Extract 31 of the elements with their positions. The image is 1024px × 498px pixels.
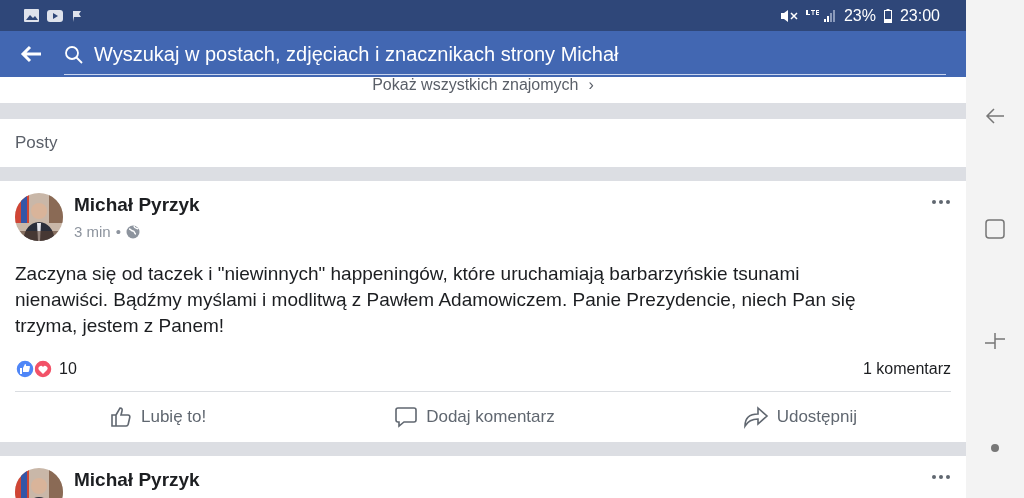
comment-action[interactable]: Dodaj komentarz: [390, 405, 559, 429]
mute-icon: [779, 8, 798, 23]
speech-bubble-icon: [394, 405, 419, 429]
like-action[interactable]: Lubię to!: [105, 405, 211, 429]
search-icon: [64, 44, 84, 65]
reaction-count[interactable]: 10: [59, 360, 77, 378]
battery-percent: 23%: [843, 6, 876, 25]
author-name[interactable]: Michał Pyrzyk: [74, 194, 200, 216]
flag-icon: [71, 9, 82, 22]
like-love-reactions-icon: [15, 359, 53, 379]
show-all-friends-link[interactable]: Pokaż wszystkich znajomych ›: [372, 77, 594, 95]
switch-app-icon[interactable]: [984, 331, 1006, 352]
share-action[interactable]: Udostępnij: [738, 405, 861, 429]
clock: 23:00: [899, 6, 940, 25]
recent-apps-icon[interactable]: [985, 218, 1005, 239]
video-icon: [47, 9, 63, 22]
separator-dot: •: [115, 223, 121, 240]
post-time: 3 min: [74, 223, 111, 240]
search-bar[interactable]: Wyszukaj w postach, zdjęciach i znacznikach strony Michał: [0, 31, 966, 77]
comment-count[interactable]: 1 komentarz: [862, 360, 951, 378]
search-field[interactable]: Wyszukaj w postach, zdjęciach i znacznikach strony Michał: [92, 42, 946, 67]
section-title: Posty: [15, 133, 58, 153]
thumbs-up-icon: [109, 405, 133, 429]
back-arrow-icon[interactable]: [20, 45, 42, 63]
home-dot-icon[interactable]: [991, 443, 999, 452]
author-name[interactable]: Michał Pyrzyk: [74, 469, 200, 491]
share-arrow-icon: [742, 405, 769, 429]
battery-icon: [883, 8, 892, 23]
post-text: Zaczyna się od taczek i "niewinnych" happeningów, które uruchamiają barbarzyńskie tsunami nienawiści. Bądźmy myślami i modlitwą z Pawłem Adamowiczem. Panie Prezydencie, niech Pan się trzyma, jestem z Panem!: [15, 262, 857, 338]
image-icon: [24, 9, 39, 22]
lte-signal-icon: [805, 8, 836, 23]
